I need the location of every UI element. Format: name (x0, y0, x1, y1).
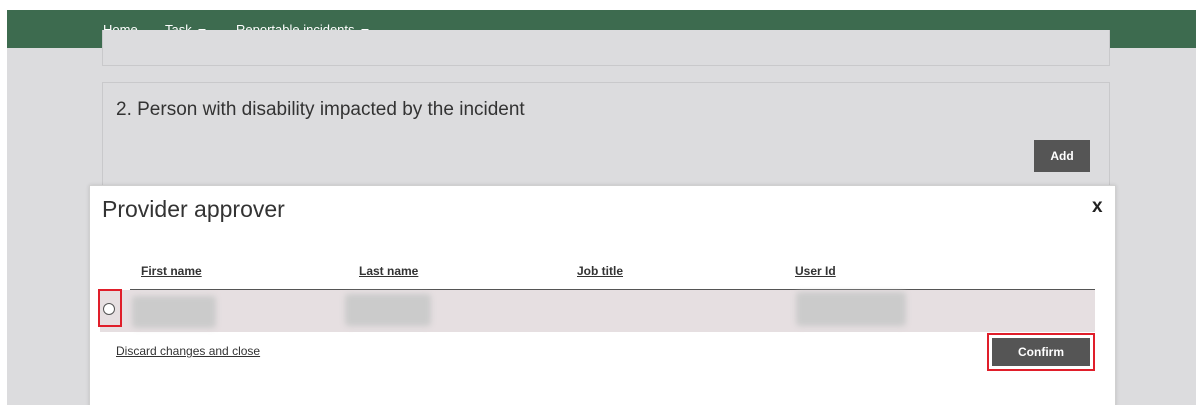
column-header-first-name[interactable]: First name (141, 264, 202, 278)
redacted-last-name (345, 294, 431, 326)
close-icon[interactable]: x (1092, 196, 1103, 218)
redacted-first-name (132, 296, 216, 328)
add-button[interactable]: Add (1034, 140, 1090, 172)
column-header-user-id[interactable]: User Id (795, 264, 836, 278)
row-select-radio[interactable] (103, 303, 115, 315)
provider-approver-modal: Provider approver x First name Last name… (89, 185, 1116, 405)
redacted-user-id (796, 292, 906, 326)
page-background: Home Task Reportable incidents 2. Person… (7, 10, 1196, 405)
column-header-job-title[interactable]: Job title (577, 264, 623, 278)
confirm-button[interactable]: Confirm (992, 338, 1090, 366)
discard-changes-link[interactable]: Discard changes and close (116, 344, 260, 358)
modal-title: Provider approver (102, 196, 285, 222)
previous-section-panel (102, 30, 1110, 66)
column-header-last-name[interactable]: Last name (359, 264, 418, 278)
table-row[interactable] (100, 290, 1095, 332)
section-title: 2. Person with disability impacted by th… (116, 99, 525, 120)
